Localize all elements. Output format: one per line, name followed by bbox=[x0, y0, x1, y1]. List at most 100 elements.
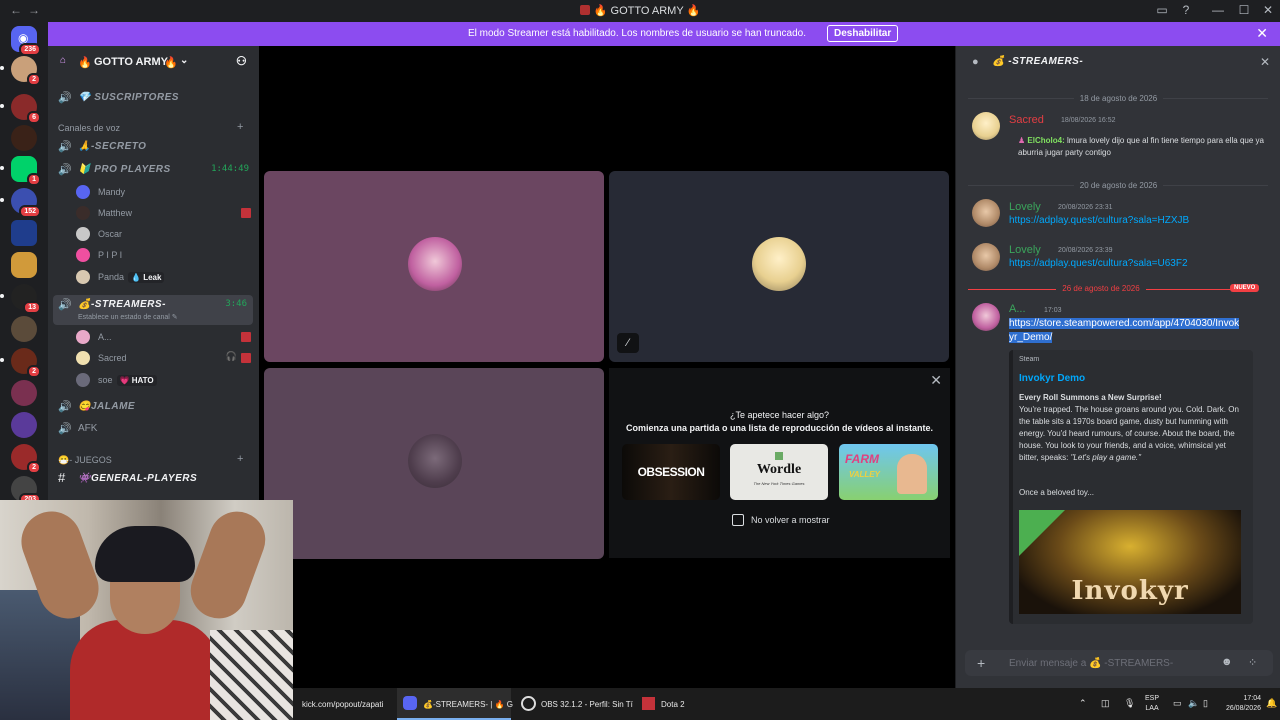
add-attachment-icon[interactable]: + bbox=[977, 655, 985, 671]
volume-icon[interactable]: 🔈 bbox=[1188, 698, 1199, 709]
taskbar-app[interactable]: kick.com/popout/zapati bbox=[293, 688, 393, 720]
home-button[interactable]: ◉ 236 bbox=[11, 26, 41, 56]
embed-quote: "Let's play a game." bbox=[1070, 453, 1141, 462]
server-badge: 2 bbox=[27, 365, 41, 378]
emoji-icon[interactable]: ☻ bbox=[1221, 656, 1233, 668]
member-tag: 💧 Leak bbox=[128, 272, 165, 283]
message-time: 20/08/2026 23:39 bbox=[1058, 247, 1113, 254]
avatar[interactable] bbox=[972, 199, 1000, 227]
voice-member[interactable]: A... bbox=[76, 327, 251, 347]
tray-app-icon[interactable]: ◫ bbox=[1101, 698, 1110, 709]
voice-member[interactable]: Matthew bbox=[76, 203, 251, 223]
category-voice[interactable]: Canales de voz bbox=[58, 123, 120, 133]
server-icon[interactable]: 13 bbox=[11, 284, 41, 314]
maximize-icon[interactable]: ☐ bbox=[1234, 3, 1254, 17]
participant-tile[interactable] bbox=[264, 368, 604, 559]
message-author[interactable]: Lovely bbox=[1009, 244, 1041, 256]
game-card-wordle[interactable]: Wordle The New York Times Games bbox=[730, 444, 828, 500]
date-label: 18 de agosto de 2026 bbox=[956, 94, 1280, 103]
channel-suscriptores[interactable]: 🔊 💎 SUSCRIPTORES bbox=[56, 88, 253, 108]
server-icon[interactable] bbox=[11, 380, 37, 406]
channel-jalame[interactable]: 🔊 😋JALAME bbox=[56, 397, 253, 417]
participant-tile[interactable]: ⁄ bbox=[609, 171, 949, 362]
chevron-down-icon[interactable]: ⌄ bbox=[180, 55, 188, 66]
avatar[interactable] bbox=[972, 112, 1000, 140]
game-card-obsession[interactable]: OBSESSION bbox=[622, 444, 720, 500]
banner-close-icon[interactable]: ✕ bbox=[1256, 25, 1268, 42]
message-input[interactable]: Enviar mensaje a 💰 -STREAMERS- bbox=[1009, 658, 1173, 669]
message-link[interactable]: https://adplay.quest/cultura?sala=U63F2 bbox=[1009, 258, 1188, 269]
disable-streamer-button[interactable]: Deshabilitar bbox=[827, 25, 899, 42]
embed-image[interactable]: Invokyr bbox=[1019, 510, 1241, 614]
channel-afk[interactable]: 🔊 AFK bbox=[56, 419, 253, 439]
server-icon[interactable]: 152 bbox=[11, 188, 41, 218]
channel-name: -STREAMERS- bbox=[90, 299, 166, 310]
channel-streamers-selected[interactable]: 🔊 💰-STREAMERS- 3:46 Establece un estado … bbox=[53, 295, 253, 325]
server-icon[interactable] bbox=[11, 125, 37, 151]
notifications-icon[interactable]: 🔔 bbox=[1266, 698, 1277, 709]
server-icon[interactable] bbox=[11, 412, 37, 438]
voice-stage: ⁄ bbox=[259, 46, 955, 688]
battery-icon[interactable]: ▯ bbox=[1203, 698, 1208, 709]
server-badge: 6 bbox=[27, 111, 41, 124]
server-icon[interactable]: 2 bbox=[11, 348, 41, 378]
apps-icon[interactable]: ⁘ bbox=[1248, 656, 1257, 669]
member-name: soe bbox=[98, 375, 113, 385]
server-icon[interactable] bbox=[11, 316, 37, 342]
add-member-icon[interactable]: ⚇ bbox=[236, 54, 247, 68]
embed-heading: Every Roll Summons a New Surprise! bbox=[1019, 393, 1162, 402]
dota-icon bbox=[241, 332, 251, 342]
add-channel-icon[interactable]: + bbox=[237, 453, 243, 465]
voice-member[interactable]: Sacred 🎧 bbox=[76, 348, 251, 368]
taskbar-app-dota[interactable]: Dota 2 bbox=[637, 688, 697, 720]
server-icon[interactable]: 2 bbox=[11, 444, 41, 474]
server-home-icon: ⌂ bbox=[60, 55, 67, 66]
game-card-farm[interactable]: FARM VALLEY bbox=[839, 444, 938, 500]
help-icon[interactable]: ? bbox=[1176, 3, 1196, 17]
embed-title[interactable]: Invokyr Demo bbox=[1019, 373, 1085, 384]
channel-status[interactable]: Establece un estado de canal ✎ bbox=[78, 313, 178, 321]
participant-tile[interactable] bbox=[264, 171, 604, 362]
clock[interactable]: 17:04 26/08/2026 bbox=[1223, 694, 1261, 714]
server-icon[interactable]: 203 bbox=[11, 476, 41, 506]
close-icon[interactable]: ✕ bbox=[930, 372, 942, 389]
dont-show-checkbox[interactable] bbox=[732, 514, 744, 526]
message-author[interactable]: A... bbox=[1009, 303, 1026, 315]
channel-secreto[interactable]: 🔊 🙏-SECRETO bbox=[56, 137, 253, 157]
category-juegos[interactable]: 😷- JUEGOS bbox=[58, 455, 112, 466]
server-icon[interactable] bbox=[11, 220, 37, 246]
server-icon[interactable]: 6 bbox=[11, 94, 41, 124]
message-link[interactable]: https://adplay.quest/cultura?sala=HZXJB bbox=[1009, 215, 1189, 226]
close-chat-icon[interactable]: ✕ bbox=[1260, 55, 1270, 69]
avatar[interactable] bbox=[972, 303, 1000, 331]
game-subtitle: VALLEY bbox=[849, 470, 880, 479]
channel-pro-players[interactable]: 🔊 🔰 PRO PLAYERS 1:44:49 bbox=[56, 160, 253, 180]
language-indicator[interactable]: ESP LAA bbox=[1145, 694, 1159, 714]
close-window-icon[interactable]: ✕ bbox=[1258, 3, 1278, 17]
microphone-icon[interactable]: 🎙 bbox=[1124, 698, 1135, 709]
network-icon[interactable]: ▭ bbox=[1173, 698, 1182, 709]
message-author[interactable]: Lovely bbox=[1009, 201, 1041, 213]
inbox-icon[interactable]: ▭ bbox=[1152, 3, 1172, 17]
server-badge: 2 bbox=[27, 73, 41, 86]
member-name: Panda bbox=[98, 272, 125, 282]
avatar[interactable] bbox=[972, 243, 1000, 271]
message-author[interactable]: Sacred bbox=[1009, 114, 1044, 126]
new-badge: NUEVO bbox=[1230, 284, 1260, 292]
discord-icon bbox=[403, 696, 417, 710]
server-icon[interactable]: 1 bbox=[11, 156, 41, 186]
taskbar-app-discord[interactable]: 💰-STREAMERS- | 🔥 G bbox=[397, 688, 513, 720]
reply-author[interactable]: ElCholo4: bbox=[1027, 136, 1064, 145]
minimize-icon[interactable]: — bbox=[1208, 3, 1228, 17]
banner-message: El modo Streamer está habilitado. Los no… bbox=[468, 28, 806, 39]
add-channel-icon[interactable]: + bbox=[237, 121, 243, 133]
tray-chevron-icon[interactable]: ⌃ bbox=[1079, 698, 1087, 709]
server-icon[interactable]: 2 bbox=[11, 56, 41, 86]
taskbar-app-obs[interactable]: OBS 32.1.2 - Perfil: Sin Tí bbox=[515, 688, 633, 720]
server-icon[interactable] bbox=[11, 252, 37, 278]
streamer-mode-banner: El modo Streamer está habilitado. Los no… bbox=[48, 22, 1280, 46]
server-header[interactable]: ⌂ 🔥 GOTTO ARMY 🔥 ⌄ ⚇ bbox=[48, 46, 259, 78]
message-composer[interactable]: + Enviar mensaje a 💰 -STREAMERS- ☻ ⁘ bbox=[965, 650, 1273, 676]
message-link-selected[interactable]: https://store.steampowered.com/app/47040… bbox=[1009, 317, 1255, 345]
channel-general-players[interactable]: # 👾GENERAL-PLAYERS bbox=[56, 469, 253, 489]
